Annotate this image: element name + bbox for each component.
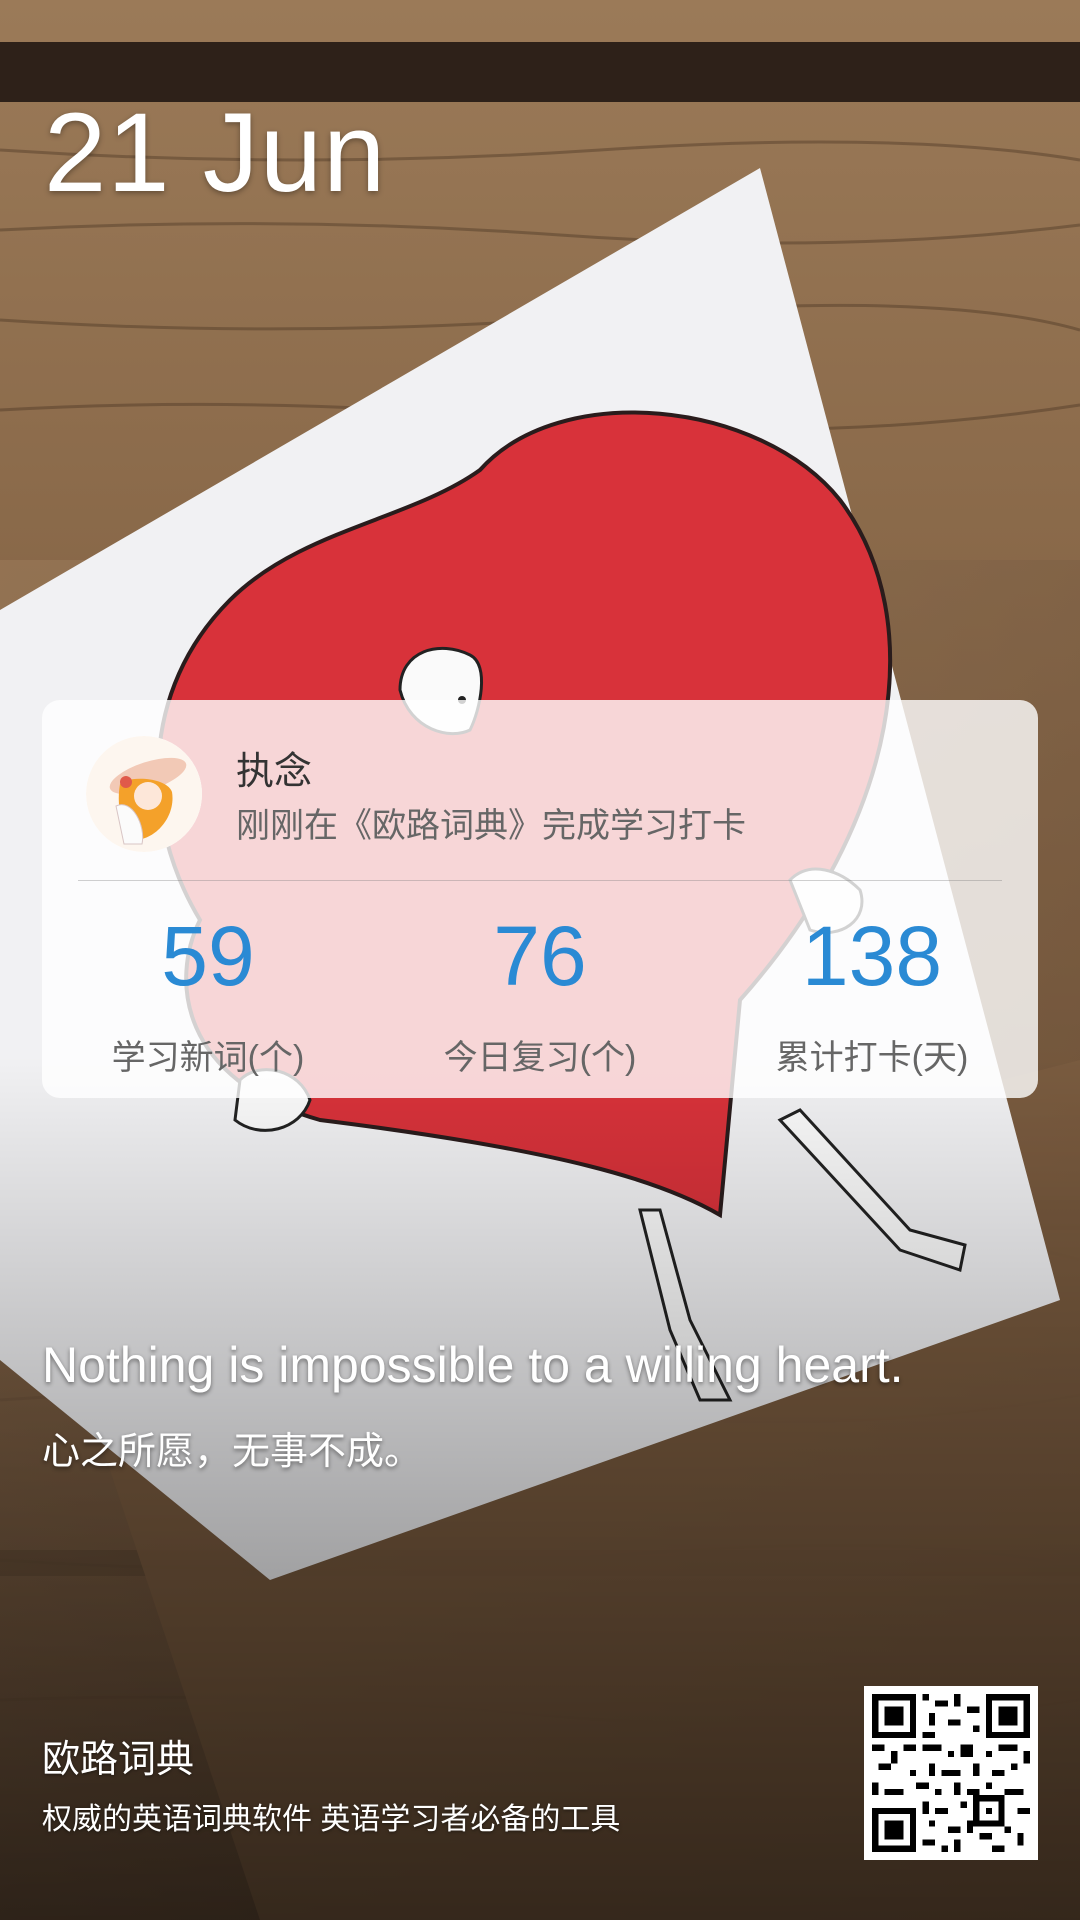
checkin-card: 执念 刚刚在《欧路词典》完成学习打卡 59 学习新词(个) 76 今日复习(个)… [42, 700, 1038, 1098]
stat-review: 76 今日复习(个) [374, 908, 706, 1079]
stat-value: 76 [493, 909, 587, 1003]
date-label: 21 Jun [44, 90, 387, 215]
stat-new-words: 59 学习新词(个) [42, 908, 374, 1079]
anime-girl-avatar-icon [86, 736, 202, 852]
stat-total-days: 138 累计打卡(天) [706, 908, 1038, 1079]
divider [78, 880, 1002, 881]
qr-code-pattern [872, 1694, 1030, 1852]
qr-code-icon[interactable] [864, 1686, 1038, 1860]
quote-english: Nothing is impossible to a willing heart… [42, 1337, 904, 1393]
stat-label: 学习新词(个) [111, 1039, 305, 1077]
app-slogan: 权威的英语词典软件 英语学习者必备的工具 [42, 1803, 621, 1836]
stat-label: 今日复习(个) [443, 1039, 637, 1077]
stat-label: 累计打卡(天) [775, 1039, 969, 1077]
username: 执念 [236, 751, 313, 793]
app-name: 欧路词典 [42, 1739, 195, 1781]
avatar[interactable] [86, 736, 202, 852]
stat-value: 138 [801, 909, 943, 1003]
quote-chinese: 心之所愿，无事不成。 [42, 1431, 423, 1473]
stat-value: 59 [161, 909, 255, 1003]
checkin-status: 刚刚在《欧路词典》完成学习打卡 [236, 807, 746, 845]
